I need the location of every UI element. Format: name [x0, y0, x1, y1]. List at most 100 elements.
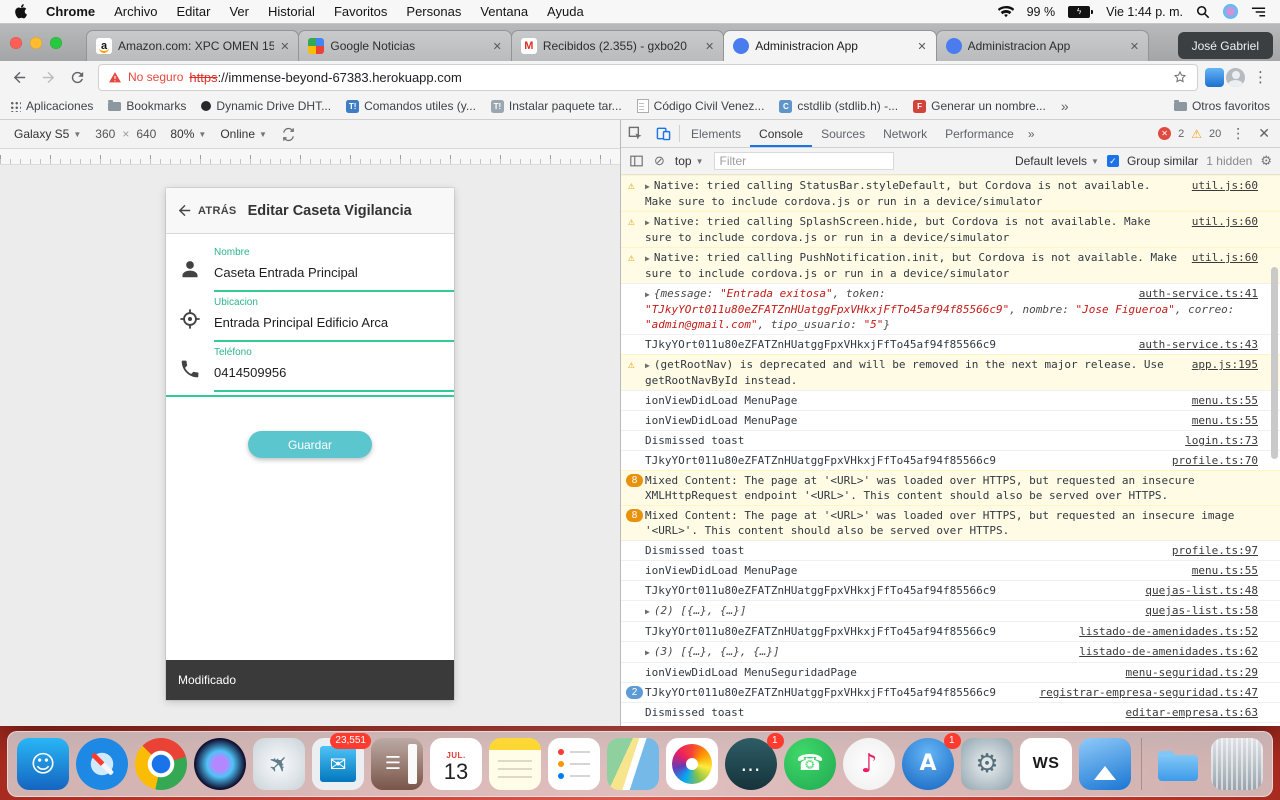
clear-console-icon[interactable]: ⊘	[654, 153, 665, 169]
menu-historial[interactable]: Historial	[268, 4, 315, 19]
source-link[interactable]: menu-seguridad.ts:29	[1126, 665, 1258, 680]
chrome-icon[interactable]	[135, 738, 187, 790]
contacts-icon[interactable]: ☰	[371, 738, 423, 790]
browser-tab[interactable]: aAmazon.com: XPC OMEN 15✕	[86, 30, 299, 61]
tab-close-icon[interactable]: ✕	[280, 40, 289, 53]
calendar-icon[interactable]: JUL.13	[430, 738, 482, 790]
browser-tab[interactable]: MRecibidos (2.355) - gxbo20✕	[511, 30, 724, 61]
expand-caret-icon[interactable]: ▶	[645, 290, 650, 299]
reload-button[interactable]	[64, 64, 91, 91]
whatsapp-icon[interactable]: ☎	[784, 738, 836, 790]
devtools-tab-elements[interactable]: Elements	[682, 120, 750, 147]
source-link[interactable]: app.js:195	[1192, 357, 1258, 372]
maps-icon[interactable]	[607, 738, 659, 790]
tab-close-icon[interactable]: ✕	[917, 40, 926, 53]
reminders-icon[interactable]	[548, 738, 600, 790]
devtools-close-icon[interactable]: ✕	[1255, 125, 1273, 142]
bookmark-comandos-utiles-y[interactable]: T!Comandos utiles (y...	[346, 99, 476, 113]
ubicacion-field[interactable]: UbicacionEntrada Principal Edificio Arca	[214, 292, 454, 342]
system-preferences-icon[interactable]: ⚙	[961, 738, 1013, 790]
expand-caret-icon[interactable]: ▶	[645, 182, 650, 191]
expand-caret-icon[interactable]: ▶	[645, 254, 650, 263]
menu-favoritos[interactable]: Favoritos	[334, 4, 387, 19]
bookmark-dynamic-drive-dht[interactable]: Dynamic Drive DHT...	[201, 99, 331, 113]
device-select[interactable]: Galaxy S5▼	[14, 127, 81, 141]
apple-menu-icon[interactable]	[14, 4, 27, 19]
zoom-window-button[interactable]	[50, 37, 62, 49]
menu-personas[interactable]: Personas	[406, 4, 461, 19]
group-similar-checkbox[interactable]: ✓	[1107, 155, 1119, 167]
preview-icon[interactable]	[1079, 738, 1131, 790]
devtools-menu-icon[interactable]: ⋮	[1228, 125, 1248, 142]
itunes-icon[interactable]: ♪	[843, 738, 895, 790]
devtools-tab-performance[interactable]: Performance	[936, 120, 1023, 147]
mail-icon[interactable]: ✉23,551	[312, 738, 364, 790]
tab-close-icon[interactable]: ✕	[1130, 40, 1139, 53]
notes-icon[interactable]	[489, 738, 541, 790]
notification-center-icon[interactable]	[1251, 6, 1266, 18]
back-button[interactable]	[6, 64, 33, 91]
tel-fono-field[interactable]: Teléfono0414509956	[214, 342, 454, 392]
documents-folder-icon[interactable]	[1152, 738, 1204, 790]
source-link[interactable]: editar-empresa.ts:63	[1126, 705, 1258, 720]
source-link[interactable]: util.js:60	[1192, 250, 1258, 265]
wps-icon[interactable]: WS	[1020, 738, 1072, 790]
source-link[interactable]: listado-de-amenidades.ts:52	[1079, 624, 1258, 639]
device-toolbar-toggle-icon[interactable]	[649, 120, 677, 147]
expand-caret-icon[interactable]: ▶	[645, 361, 650, 370]
source-link[interactable]: lista-casetas-vigilancia.ts:50	[1059, 725, 1258, 726]
bookmark-aplicaciones[interactable]: Aplicaciones	[10, 99, 93, 113]
source-link[interactable]: menu.ts:55	[1192, 413, 1258, 428]
menu-chrome[interactable]: Chrome	[46, 4, 95, 19]
source-link[interactable]: listado-de-amenidades.ts:62	[1079, 644, 1258, 659]
context-select[interactable]: top▼	[675, 154, 704, 168]
browser-tab[interactable]: Google Noticias✕	[298, 30, 511, 61]
source-link[interactable]: menu.ts:55	[1192, 393, 1258, 408]
back-nav-button[interactable]: ATRÁS	[176, 202, 237, 219]
browser-tab[interactable]: Administracion App✕	[723, 30, 936, 61]
warning-count-icon[interactable]: ⚠	[1191, 127, 1202, 141]
source-link[interactable]: registrar-empresa-seguridad.ts:47	[1039, 685, 1258, 700]
siri-icon[interactable]	[1223, 4, 1238, 19]
source-link[interactable]: quejas-list.ts:48	[1145, 583, 1258, 598]
menu-ayuda[interactable]: Ayuda	[547, 4, 584, 19]
bookmark-star-icon[interactable]	[1172, 69, 1188, 85]
console-sidebar-icon[interactable]	[629, 154, 644, 168]
launchpad-icon[interactable]: ✈	[253, 738, 305, 790]
menu-editar[interactable]: Editar	[176, 4, 210, 19]
minimize-window-button[interactable]	[30, 37, 42, 49]
rotate-device-icon[interactable]	[281, 127, 296, 142]
photos-icon[interactable]	[666, 738, 718, 790]
spotlight-icon[interactable]	[1196, 5, 1210, 19]
log-levels-select[interactable]: Default levels▼	[1015, 154, 1099, 168]
siri-icon[interactable]	[194, 738, 246, 790]
bookmark-instalar-paquete-tar[interactable]: T!Instalar paquete tar...	[491, 99, 622, 113]
menu-ver[interactable]: Ver	[229, 4, 249, 19]
menubar-clock[interactable]: Vie 1:44 p. m.	[1106, 5, 1183, 19]
tab-close-icon[interactable]: ✕	[493, 40, 502, 53]
finder-icon[interactable]: ☺	[17, 738, 69, 790]
source-link[interactable]: util.js:60	[1192, 178, 1258, 193]
profile-chip[interactable]: José Gabriel	[1178, 32, 1273, 59]
devtools-tab-sources[interactable]: Sources	[812, 120, 874, 147]
appstore-icon[interactable]: A1	[902, 738, 954, 790]
inspect-element-icon[interactable]	[621, 120, 649, 147]
messages-icon[interactable]: …1	[725, 738, 777, 790]
browser-menu-icon[interactable]: ⋮	[1247, 68, 1274, 86]
zoom-select[interactable]: 80%▼	[170, 127, 206, 141]
bookmark-bookmarks[interactable]: Bookmarks	[108, 99, 186, 113]
browser-tab[interactable]: Administracion App✕	[936, 30, 1149, 61]
forward-button[interactable]	[35, 64, 62, 91]
bookmark-cstdlib-stdlib-h[interactable]: Ccstdlib (stdlib.h) -...	[779, 99, 898, 113]
menu-ventana[interactable]: Ventana	[480, 4, 528, 19]
close-window-button[interactable]	[10, 37, 22, 49]
omnibox[interactable]: No seguro https://immense-beyond-67383.h…	[98, 64, 1198, 91]
source-link[interactable]: profile.ts:70	[1172, 453, 1258, 468]
trash-icon[interactable]	[1211, 738, 1263, 790]
console-settings-icon[interactable]: ⚙	[1260, 153, 1272, 169]
expand-caret-icon[interactable]: ▶	[645, 607, 650, 616]
source-link[interactable]: auth-service.ts:43	[1139, 337, 1258, 352]
source-link[interactable]: menu.ts:55	[1192, 563, 1258, 578]
expand-caret-icon[interactable]: ▶	[645, 218, 650, 227]
browser-avatar-icon[interactable]	[1226, 68, 1245, 87]
